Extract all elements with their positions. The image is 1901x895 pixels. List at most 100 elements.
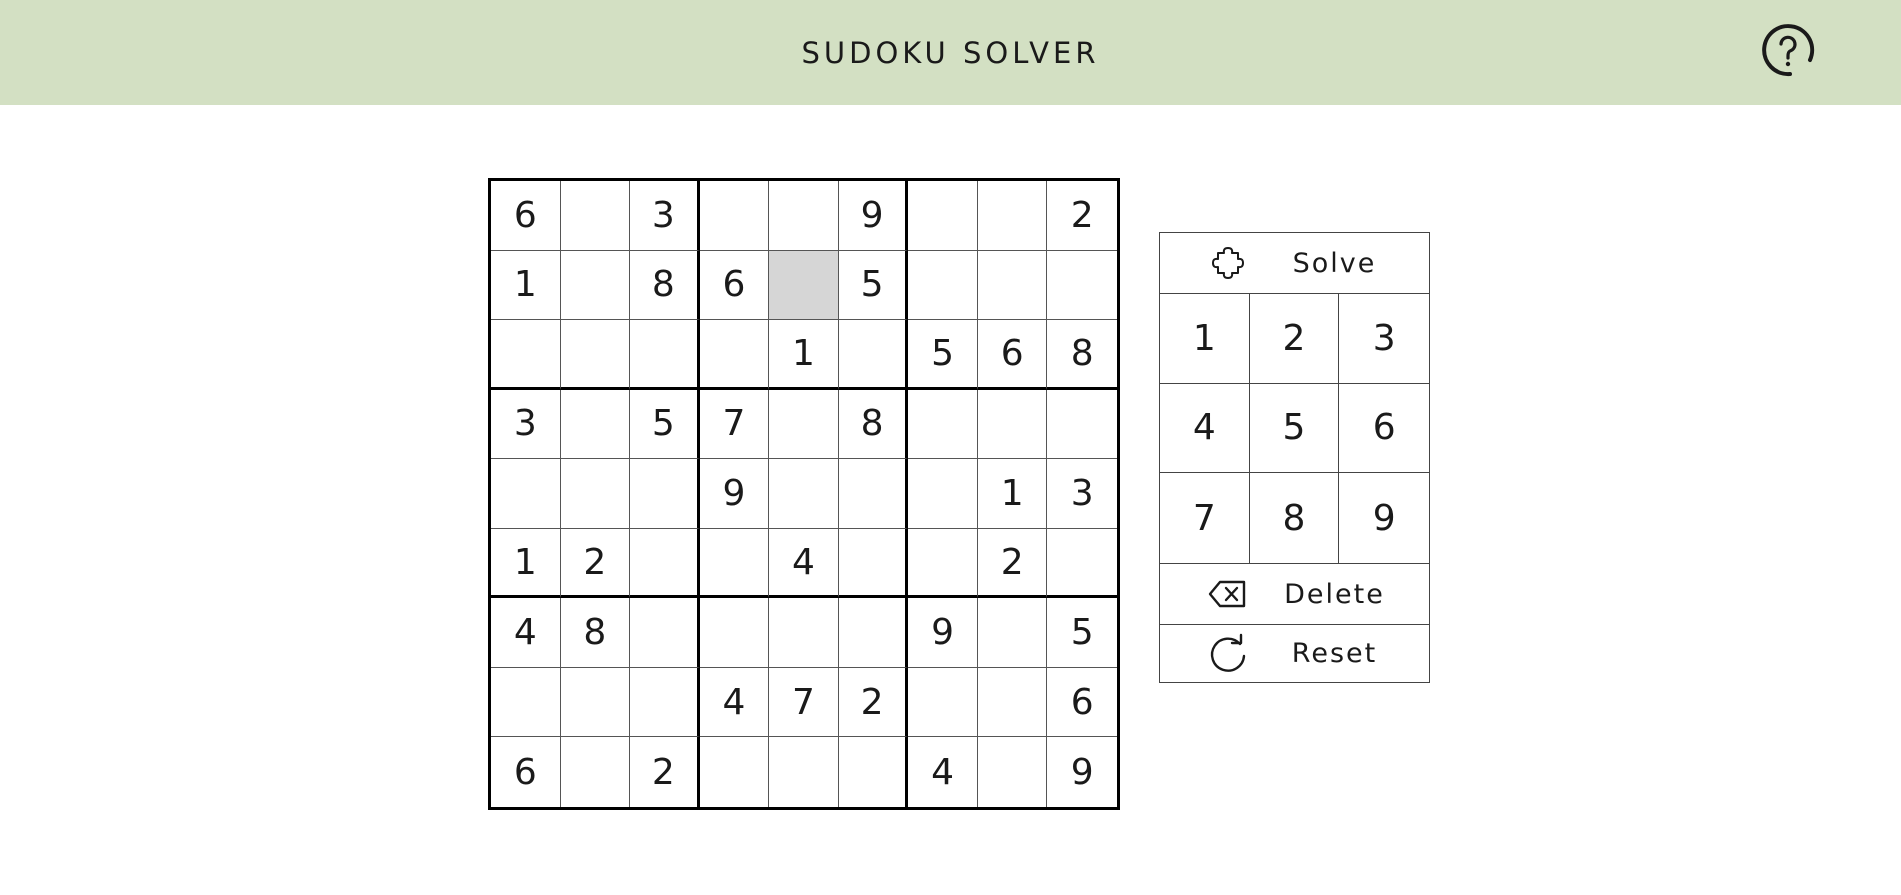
- sudoku-cell[interactable]: [560, 459, 631, 529]
- sudoku-cell[interactable]: 6: [977, 320, 1048, 390]
- sudoku-cell[interactable]: [977, 181, 1048, 251]
- sudoku-cell[interactable]: [560, 667, 631, 738]
- sudoku-cell[interactable]: 2: [1047, 181, 1117, 251]
- sudoku-cell[interactable]: [838, 598, 909, 668]
- sudoku-cell[interactable]: [491, 667, 561, 738]
- sudoku-cell[interactable]: [908, 181, 978, 251]
- reset-label: Reset: [1291, 638, 1378, 669]
- number-key-6[interactable]: 6: [1339, 384, 1429, 474]
- sudoku-cell[interactable]: 7: [699, 389, 770, 460]
- solve-label: Solve: [1292, 247, 1377, 279]
- sudoku-cell[interactable]: [630, 459, 700, 529]
- sudoku-cell[interactable]: [630, 667, 700, 738]
- sudoku-cell[interactable]: [838, 320, 909, 390]
- sudoku-cell[interactable]: 4: [908, 737, 978, 807]
- sudoku-cell[interactable]: [560, 320, 631, 390]
- sudoku-cell[interactable]: [908, 389, 978, 460]
- sudoku-cell[interactable]: 3: [630, 181, 700, 251]
- sudoku-cell[interactable]: 2: [838, 667, 909, 738]
- sudoku-cell[interactable]: [769, 389, 839, 460]
- sudoku-cell[interactable]: 5: [838, 250, 909, 321]
- sudoku-cell[interactable]: 6: [1047, 668, 1117, 738]
- sudoku-cell[interactable]: 8: [630, 250, 700, 321]
- number-key-7[interactable]: 7: [1160, 473, 1250, 563]
- number-key-9[interactable]: 9: [1339, 473, 1429, 563]
- sudoku-cell[interactable]: 5: [1047, 598, 1117, 668]
- sudoku-cell[interactable]: [769, 737, 839, 807]
- sudoku-cell[interactable]: [699, 181, 770, 251]
- sudoku-cell[interactable]: [977, 667, 1048, 738]
- control-panel: Solve 123456789 Delete Reset: [1159, 232, 1430, 683]
- sudoku-cell[interactable]: 9: [908, 598, 978, 668]
- sudoku-cell[interactable]: 5: [908, 320, 978, 390]
- sudoku-cell[interactable]: [630, 320, 700, 390]
- sudoku-cell[interactable]: 2: [630, 737, 700, 807]
- sudoku-cell[interactable]: [699, 528, 770, 599]
- number-pad: 123456789: [1160, 294, 1429, 563]
- number-key-4[interactable]: 4: [1160, 383, 1250, 474]
- sudoku-cell[interactable]: [769, 250, 839, 321]
- sudoku-cell[interactable]: [908, 250, 978, 321]
- sudoku-cell[interactable]: 9: [1047, 737, 1117, 807]
- solve-button[interactable]: Solve: [1160, 233, 1429, 294]
- sudoku-cell[interactable]: [769, 459, 839, 529]
- sudoku-cell[interactable]: [1047, 390, 1117, 460]
- sudoku-cell[interactable]: 8: [1047, 320, 1117, 390]
- sudoku-cell[interactable]: 9: [699, 459, 770, 529]
- number-key-1[interactable]: 1: [1160, 294, 1250, 384]
- sudoku-cell[interactable]: 6: [699, 250, 770, 321]
- sudoku-cell[interactable]: 1: [977, 459, 1048, 529]
- sudoku-cell[interactable]: [908, 528, 978, 599]
- sudoku-cell[interactable]: 6: [491, 181, 561, 251]
- sudoku-cell[interactable]: 2: [977, 528, 1048, 599]
- sudoku-cell[interactable]: [838, 459, 909, 529]
- sudoku-board: 63921865156835789131242489547266249: [488, 178, 1120, 810]
- sudoku-cell[interactable]: 7: [769, 667, 839, 738]
- sudoku-cell[interactable]: 3: [1047, 459, 1117, 529]
- help-button[interactable]: [1760, 22, 1816, 78]
- sudoku-cell[interactable]: [977, 598, 1048, 668]
- number-key-8[interactable]: 8: [1250, 473, 1340, 563]
- delete-button[interactable]: Delete: [1160, 563, 1429, 625]
- sudoku-cell[interactable]: [978, 737, 1048, 807]
- sudoku-cell[interactable]: [699, 320, 770, 390]
- sudoku-cell[interactable]: [560, 250, 631, 321]
- sudoku-cell[interactable]: 4: [769, 528, 839, 599]
- sudoku-cell[interactable]: [977, 250, 1048, 321]
- sudoku-cell[interactable]: 5: [630, 389, 700, 460]
- sudoku-cell[interactable]: [908, 667, 978, 738]
- number-key-2[interactable]: 2: [1249, 294, 1340, 384]
- sudoku-cell[interactable]: [977, 389, 1048, 460]
- sudoku-cell[interactable]: 1: [491, 250, 561, 321]
- sudoku-cell[interactable]: [561, 737, 631, 807]
- sudoku-cell[interactable]: 8: [560, 598, 631, 668]
- sudoku-cell[interactable]: 6: [491, 737, 561, 807]
- sudoku-cell[interactable]: [699, 598, 770, 668]
- sudoku-cell[interactable]: [560, 389, 631, 460]
- sudoku-cell[interactable]: [560, 181, 631, 251]
- sudoku-cell[interactable]: 3: [491, 389, 561, 460]
- sudoku-cell[interactable]: [491, 320, 561, 390]
- number-key-3[interactable]: 3: [1339, 294, 1429, 384]
- sudoku-cell[interactable]: [630, 528, 700, 599]
- reset-button[interactable]: Reset: [1160, 625, 1429, 682]
- sudoku-cell[interactable]: [700, 737, 770, 807]
- sudoku-cell[interactable]: 2: [560, 528, 631, 599]
- sudoku-cell[interactable]: [838, 528, 909, 599]
- number-key-5[interactable]: 5: [1249, 383, 1340, 474]
- sudoku-cell[interactable]: [1047, 251, 1117, 321]
- sudoku-cell[interactable]: [769, 598, 839, 668]
- sudoku-cell[interactable]: [630, 598, 700, 668]
- sudoku-cell[interactable]: 1: [769, 320, 839, 390]
- sudoku-cell[interactable]: 8: [838, 389, 909, 460]
- sudoku-cell[interactable]: [769, 181, 839, 251]
- sudoku-cell[interactable]: 9: [838, 181, 909, 251]
- sudoku-cell[interactable]: 4: [699, 667, 770, 738]
- sudoku-cell[interactable]: [839, 737, 909, 807]
- sudoku-cell[interactable]: 1: [491, 528, 561, 599]
- sudoku-cell[interactable]: [1047, 529, 1117, 599]
- sudoku-cell[interactable]: [908, 459, 978, 529]
- backspace-icon: [1208, 580, 1246, 608]
- sudoku-cell[interactable]: 4: [491, 598, 561, 668]
- sudoku-cell[interactable]: [491, 459, 561, 529]
